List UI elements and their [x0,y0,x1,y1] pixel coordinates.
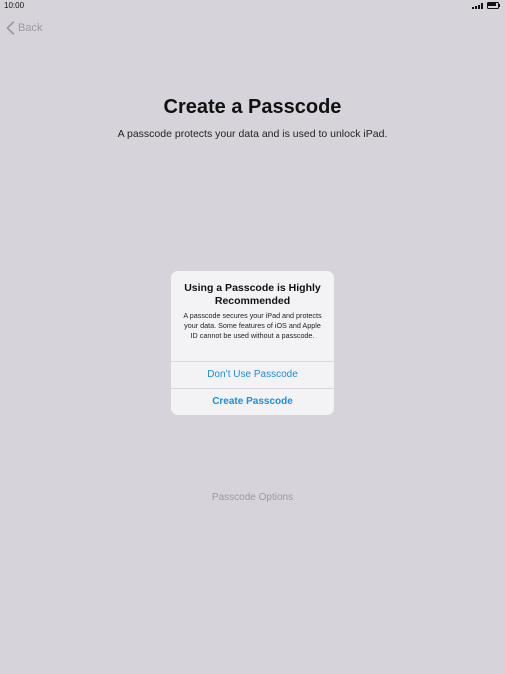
battery-icon [487,2,500,9]
alert-title: Using a Passcode is Highly Recommended [184,282,321,307]
alert-content: Using a Passcode is Highly Recommended A… [171,271,334,361]
dont-use-passcode-button[interactable]: Don’t Use Passcode [171,362,334,388]
cellular-signal-icon [472,3,483,9]
status-time: 10:00 [4,1,25,10]
page-title: Create a Passcode [163,96,342,118]
back-label: Back [18,22,43,34]
status-bar: 10:00 [0,0,505,12]
alert-message: A passcode secures your iPad and protect… [183,311,322,340]
passcode-alert-dialog: Using a Passcode is Highly Recommended A… [171,271,334,415]
passcode-options-link[interactable]: Passcode Options [0,491,505,505]
page-subtitle: A passcode protects your data and is use… [117,128,388,140]
back-button[interactable]: Back [6,19,42,37]
chevron-left-icon [6,21,15,35]
create-passcode-button[interactable]: Create Passcode [171,389,334,415]
